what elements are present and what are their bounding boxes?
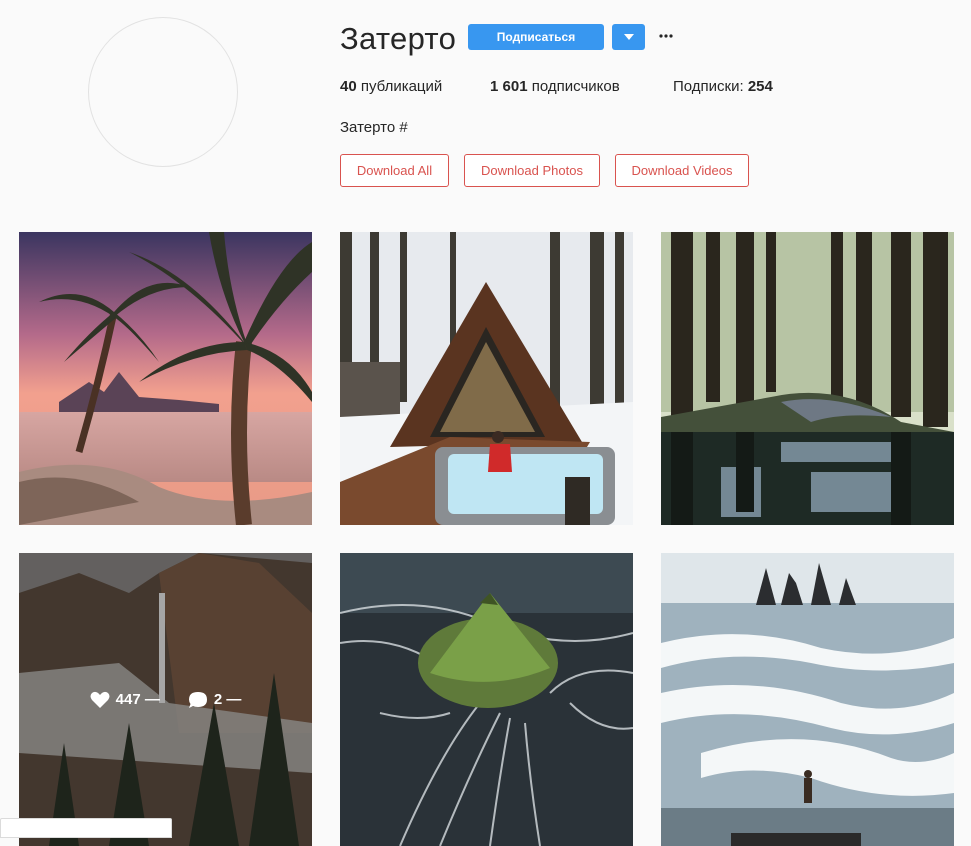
profile-bio: Затерто #	[340, 119, 408, 136]
comments-value: 2 —	[213, 691, 242, 708]
posts-stat[interactable]: 40 публикаций	[340, 78, 442, 95]
following-count: 254	[747, 78, 773, 95]
bottom-panel	[0, 818, 172, 838]
post-tile[interactable]	[661, 553, 954, 846]
post-hover-overlay: 447 — 2 —	[19, 553, 312, 846]
following-label: Подписки:	[673, 78, 744, 95]
comments-count: 2 —	[188, 691, 242, 709]
comment-bubble-icon	[188, 691, 207, 708]
post-tile[interactable]	[340, 553, 633, 846]
download-videos-button[interactable]: Download Videos	[615, 154, 749, 187]
followers-count: 1 601	[490, 78, 528, 95]
post-image	[340, 232, 633, 525]
post-tile[interactable]	[19, 232, 312, 525]
profile-username: Затерто	[340, 21, 457, 56]
following-stat[interactable]: Подписки: 254	[673, 78, 773, 95]
download-photos-button[interactable]: Download Photos	[464, 154, 600, 187]
heart-icon	[90, 691, 110, 708]
followers-stat[interactable]: 1 601 подписчиков	[490, 78, 620, 95]
posts-label: публикаций	[360, 78, 443, 95]
posts-count: 40	[340, 78, 357, 95]
more-options-button[interactable]	[657, 26, 675, 46]
likes-value: 447 —	[115, 691, 160, 708]
post-image	[661, 553, 954, 846]
post-image	[19, 232, 312, 525]
post-image	[340, 553, 633, 846]
caret-down-icon	[623, 34, 634, 40]
download-all-button[interactable]: Download All	[340, 154, 449, 187]
more-dots-icon	[659, 34, 673, 38]
likes-count: 447 —	[90, 691, 160, 709]
post-tile[interactable]	[661, 232, 954, 525]
post-image	[661, 232, 954, 525]
profile-avatar[interactable]	[88, 17, 238, 167]
follow-dropdown-button[interactable]	[612, 24, 645, 50]
followers-label: подписчиков	[531, 78, 620, 95]
post-tile[interactable]	[340, 232, 633, 525]
post-tile[interactable]: 447 — 2 —	[19, 553, 312, 846]
follow-button[interactable]: Подписаться	[468, 24, 604, 50]
